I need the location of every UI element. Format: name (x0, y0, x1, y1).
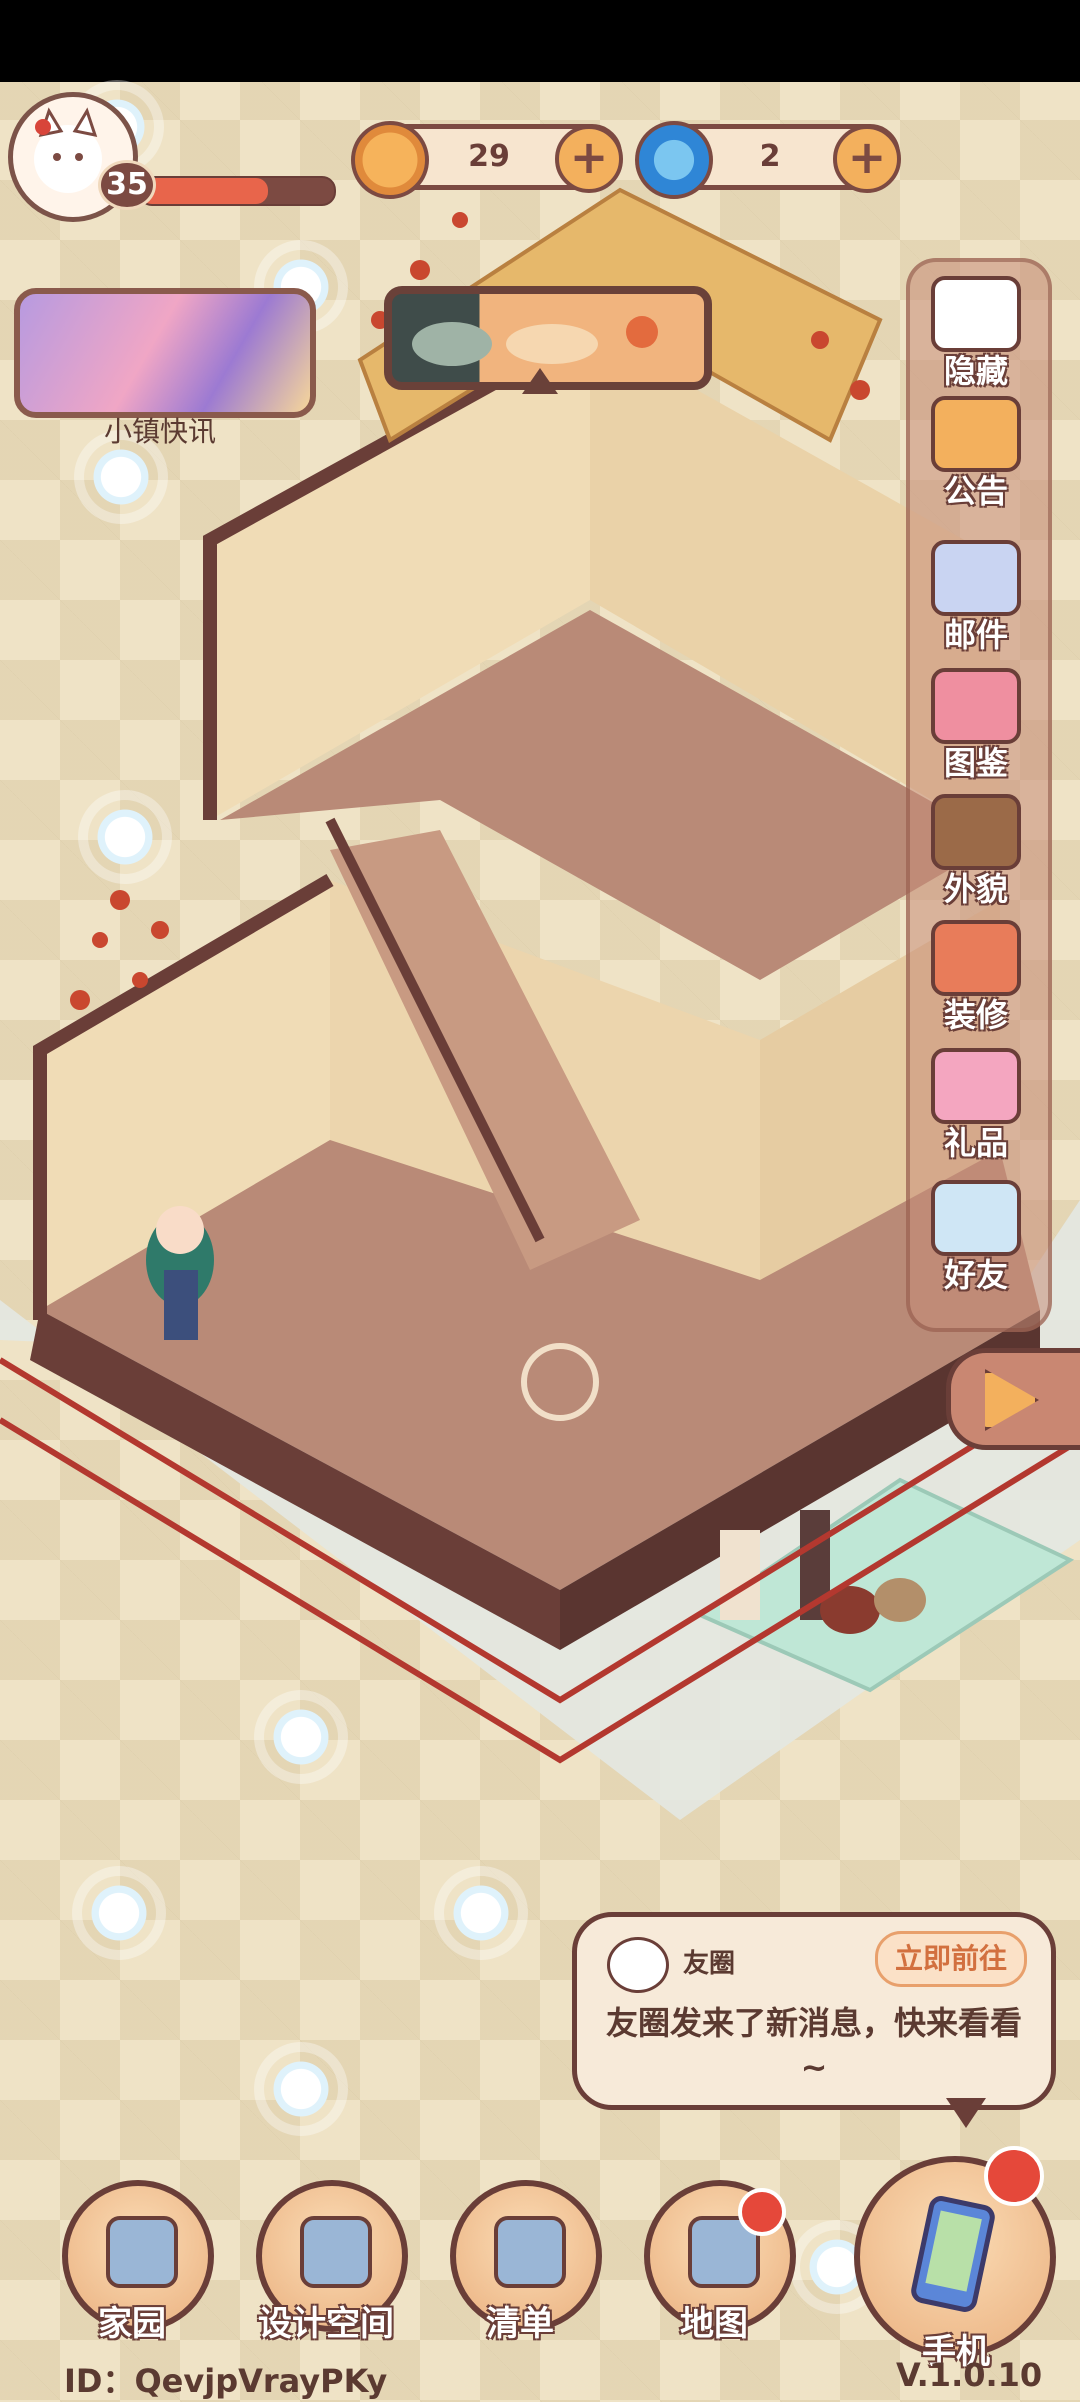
xp-bar-fill (140, 178, 269, 204)
house-wrench-icon (931, 920, 1021, 996)
play-arrow-icon (985, 1369, 1039, 1431)
side-menu-label: 礼品 (943, 1124, 1008, 1162)
coin-icon (351, 121, 429, 199)
weather-sun-icon (412, 316, 658, 366)
nav-label: 设计空间 (258, 2304, 394, 2344)
status-bar (0, 0, 1080, 82)
coin-counter: 29 + (351, 121, 623, 199)
town-news-banner[interactable] (14, 288, 316, 418)
notification-tail (946, 2098, 986, 2128)
character-face-icon (931, 794, 1021, 870)
xp-bar (138, 176, 336, 206)
nav-label: 地图 (680, 2304, 748, 2344)
side-menu-label: 装修 (943, 996, 1008, 1034)
megaphone-icon (931, 396, 1021, 472)
notification-message: 友圈发来了新消息，快来看看~ (605, 2004, 1022, 2086)
side-menu-item-7[interactable]: 礼品 (920, 1048, 1032, 1164)
go-now-button[interactable]: 立即前往 (875, 1931, 1027, 1987)
nav-label: 家园 (98, 2304, 166, 2344)
mail-icon (931, 540, 1021, 616)
side-menu-item-5[interactable]: 外貌 (920, 794, 1032, 910)
time-marker-arrow (522, 368, 558, 394)
notification-title: 友圈 (683, 1949, 736, 1979)
book-icon (931, 668, 1021, 744)
add-coins-button[interactable]: + (555, 125, 623, 193)
add-swirl-button[interactable]: + (833, 125, 901, 193)
chat-bubble-icon (607, 1937, 669, 1993)
side-menu-item-3[interactable]: 邮件 (920, 540, 1032, 656)
side-menu-item-4[interactable]: 图鉴 (920, 668, 1032, 784)
coin-value: 29 (468, 139, 510, 174)
side-menu-item-6[interactable]: 装修 (920, 920, 1032, 1036)
swirl-counter: 2 + (635, 121, 901, 199)
side-menu-label: 邮件 (943, 616, 1008, 654)
gift-icon (931, 1048, 1021, 1124)
side-menu-item-1[interactable]: 隐藏 (920, 276, 1032, 392)
side-menu-item-8[interactable]: 好友 (920, 1180, 1032, 1296)
town-news-label: 小镇快讯 (103, 415, 216, 448)
side-menu-label: 图鉴 (943, 744, 1008, 782)
side-menu-label: 好友 (943, 1256, 1008, 1294)
list-icon (494, 2216, 566, 2288)
contacts-icon (931, 1180, 1021, 1256)
side-menu-item-2[interactable]: 公告 (920, 396, 1032, 512)
phone-badge (984, 2146, 1044, 2206)
design-icon (300, 2216, 372, 2288)
player-id: ID：QevjpVrayPKy (64, 2362, 388, 2400)
notification-dot (738, 2188, 786, 2236)
side-menu-label: 隐藏 (943, 352, 1008, 390)
side-menu-label: 公告 (943, 472, 1008, 510)
hide-icon (931, 276, 1021, 352)
swirl-value: 2 (759, 139, 781, 174)
expand-menu-button[interactable] (946, 1348, 1080, 1450)
level-badge: 35 (98, 160, 156, 210)
side-menu-label: 外貌 (943, 870, 1008, 908)
nav-label: 清单 (486, 2304, 554, 2344)
swirl-gem-icon (635, 121, 713, 199)
friend-circle-notification[interactable]: 友圈 立即前往 友圈发来了新消息，快来看看~ (572, 1912, 1056, 2110)
app-version: V.1.0.10 (896, 2356, 1043, 2394)
home-icon (106, 2216, 178, 2288)
